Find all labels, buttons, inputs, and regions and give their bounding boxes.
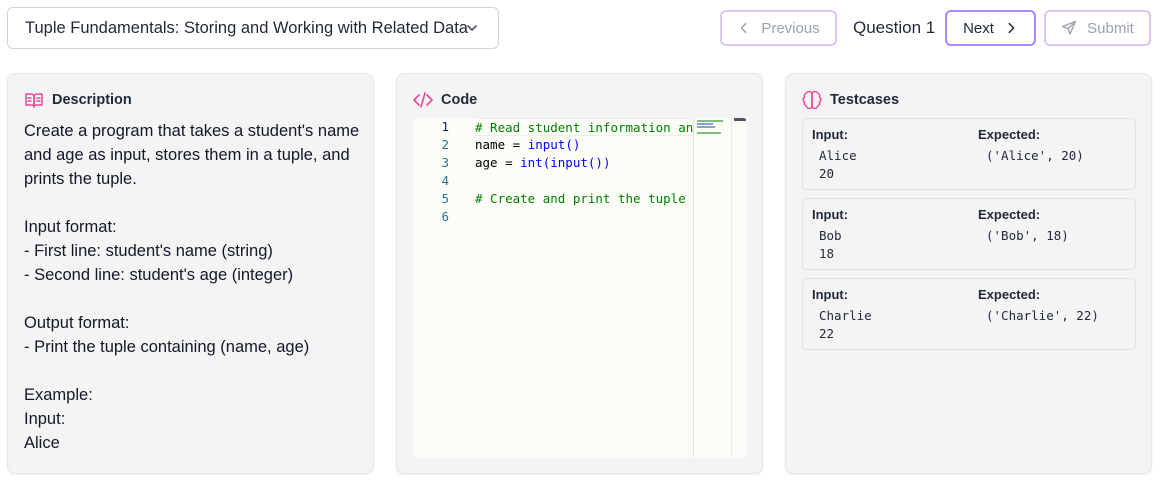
chevron-right-icon bbox=[1008, 22, 1015, 34]
line-number: 1 bbox=[441, 119, 449, 134]
testcase-expected-value: ('Alice', 20) bbox=[986, 148, 1084, 163]
line-number-gutter: 1 2 3 4 5 6 bbox=[413, 118, 453, 226]
code-comment: # Create and print the tuple bbox=[475, 191, 686, 206]
minimap-line bbox=[697, 132, 721, 134]
description-text: Create a program that takes a student's … bbox=[24, 122, 360, 452]
next-label: Next bbox=[963, 19, 994, 37]
code-function-call: input() bbox=[527, 137, 581, 152]
code-text: age = bbox=[475, 155, 521, 170]
code-editor[interactable]: 1 2 3 4 5 6 # Read student information a… bbox=[413, 118, 747, 458]
testcase-expected-value: ('Charlie', 22) bbox=[986, 308, 1099, 323]
chevron-down-icon bbox=[467, 25, 477, 31]
chevron-left-icon bbox=[740, 22, 747, 34]
line-number: 4 bbox=[441, 173, 449, 188]
testcase-input-value: Bob 18 bbox=[819, 228, 842, 261]
code-function-call: int(input()) bbox=[520, 155, 611, 170]
line-number: 6 bbox=[441, 209, 449, 224]
code-heading: Code bbox=[441, 92, 478, 108]
line-number: 2 bbox=[441, 137, 449, 152]
description-header: Description bbox=[24, 90, 132, 110]
testcase-expected-value: ('Bob', 18) bbox=[986, 228, 1069, 243]
top-bar: Tuple Fundamentals: Storing and Working … bbox=[0, 0, 1161, 60]
send-icon bbox=[1061, 20, 1077, 35]
code-minimap[interactable] bbox=[693, 118, 731, 458]
scrollbar-thumb[interactable] bbox=[734, 118, 746, 121]
code-line: age = int(input()) bbox=[475, 154, 693, 172]
brain-icon bbox=[802, 90, 822, 110]
testcase-input-value: Charlie 22 bbox=[819, 308, 872, 341]
minimap-line bbox=[697, 126, 715, 128]
testcases-panel: Testcases Input: Expected: Alice 20 ('Al… bbox=[785, 73, 1152, 474]
testcase-expected-label: Expected: bbox=[978, 127, 1041, 142]
problem-title-select[interactable]: Tuple Fundamentals: Storing and Working … bbox=[7, 7, 499, 49]
testcase-input-label: Input: bbox=[812, 207, 849, 222]
testcases-heading: Testcases bbox=[830, 92, 900, 108]
code-line: name = input() bbox=[475, 136, 693, 154]
code-comment: # Read student information and bbox=[475, 120, 693, 135]
submit-label: Submit bbox=[1087, 19, 1134, 37]
testcase-expected-label: Expected: bbox=[978, 207, 1041, 222]
testcase-card: Input: Expected: Bob 18 ('Bob', 18) bbox=[802, 198, 1136, 270]
minimap-line bbox=[697, 123, 713, 125]
code-line: # Read student information and bbox=[475, 118, 693, 136]
description-heading: Description bbox=[52, 92, 132, 108]
previous-label: Previous bbox=[761, 19, 820, 37]
code-line: # Create and print the tuple bbox=[475, 190, 693, 208]
submit-button[interactable]: Submit bbox=[1044, 10, 1151, 46]
testcases-header: Testcases bbox=[802, 90, 899, 110]
code-icon bbox=[413, 92, 433, 108]
line-number: 3 bbox=[441, 155, 449, 170]
question-indicator: Question 1 bbox=[853, 18, 936, 37]
code-lines[interactable]: # Read student information and name = in… bbox=[475, 118, 693, 226]
testcase-input-value: Alice 20 bbox=[819, 148, 857, 181]
testcase-card: Input: Expected: Charlie 22 ('Charlie', … bbox=[802, 278, 1136, 350]
line-number: 5 bbox=[441, 191, 449, 206]
book-open-icon bbox=[25, 93, 43, 108]
problem-title: Tuple Fundamentals: Storing and Working … bbox=[25, 18, 468, 37]
minimap-line bbox=[697, 120, 723, 122]
code-header: Code bbox=[413, 90, 477, 110]
previous-button[interactable]: Previous bbox=[720, 10, 837, 46]
testcase-input-label: Input: bbox=[812, 127, 849, 142]
testcase-expected-label: Expected: bbox=[978, 287, 1041, 302]
testcase-card: Input: Expected: Alice 20 ('Alice', 20) bbox=[802, 118, 1136, 190]
testcase-input-label: Input: bbox=[812, 287, 849, 302]
next-button[interactable]: Next bbox=[945, 10, 1036, 46]
code-panel: Code 1 2 3 4 5 6 # Read student informat… bbox=[396, 73, 763, 474]
description-panel: Description Create a program that takes … bbox=[7, 73, 374, 474]
code-text: name = bbox=[475, 137, 528, 152]
editor-scrollbar[interactable] bbox=[731, 118, 747, 458]
